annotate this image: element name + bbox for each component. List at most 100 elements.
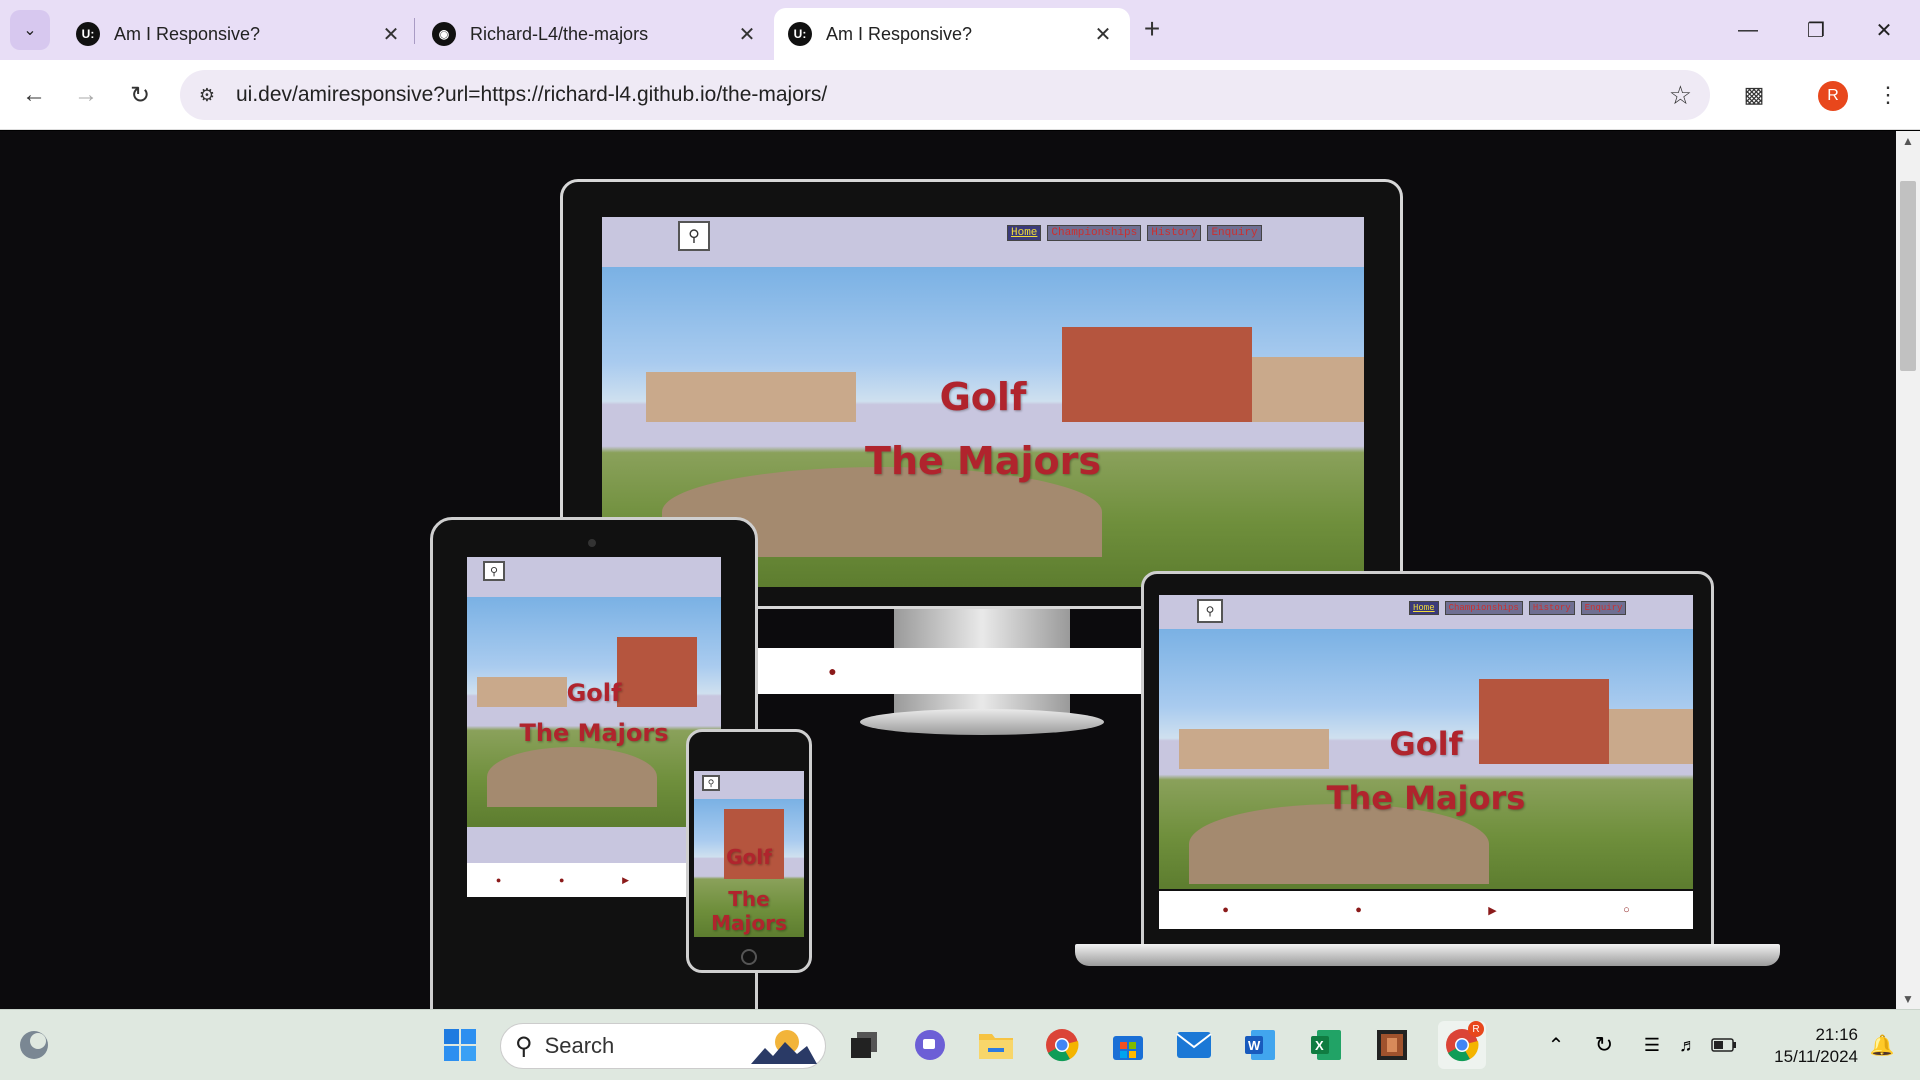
forward-button[interactable]: → — [66, 75, 106, 115]
widgets-icon[interactable] — [14, 1025, 54, 1065]
excel-icon[interactable]: X — [1306, 1025, 1346, 1065]
laptop-base — [1075, 944, 1780, 966]
facebook-icon[interactable]: ● — [496, 875, 501, 885]
tablet-camera — [588, 539, 596, 547]
chevron-up-icon[interactable]: ⌃ — [1536, 1025, 1576, 1065]
tab-github-repo[interactable]: ◉ Richard-L4/the-majors ✕ — [418, 8, 774, 60]
nav-enquiry[interactable]: Enquiry — [1580, 601, 1627, 615]
battery-icon[interactable] — [1704, 1025, 1744, 1065]
chrome-icon[interactable] — [1042, 1025, 1082, 1065]
bookmark-star-icon[interactable]: ☆ — [1669, 80, 1692, 111]
teams-chat-icon[interactable] — [910, 1025, 950, 1065]
phone-screen: ⚲ Golf The Majors — [694, 771, 804, 937]
golf-ball-logo-icon[interactable]: ⚲ — [483, 561, 505, 581]
github-icon: ◉ — [432, 22, 456, 46]
stone-bridge — [487, 747, 657, 807]
close-icon[interactable]: ✕ — [378, 21, 404, 47]
close-icon[interactable]: ✕ — [1090, 21, 1116, 47]
system-clock[interactable]: 21:16 15/11/2024 — [1758, 1024, 1858, 1068]
search-highlight-icon — [751, 1030, 817, 1064]
reload-button[interactable]: ↻ — [120, 75, 160, 115]
mail-icon[interactable] — [1174, 1025, 1214, 1065]
volume-icon[interactable]: ♬ — [1668, 1025, 1708, 1065]
new-tab-button[interactable]: + — [1135, 12, 1169, 46]
hero-title-majors: The Majors — [865, 439, 1101, 483]
nav-championships[interactable]: Championships — [1444, 601, 1523, 615]
taskbar-search[interactable]: ⚲ Search — [500, 1023, 826, 1069]
svg-text:W: W — [1248, 1038, 1261, 1053]
chrome-profile-badge: R — [1468, 1021, 1484, 1037]
twitter-icon[interactable]: ● — [559, 875, 564, 885]
close-icon[interactable]: ✕ — [734, 21, 760, 47]
plus-icon: + — [1143, 13, 1161, 44]
golf-ball-logo-icon[interactable]: ⚲ — [678, 221, 710, 251]
hero-title-golf: Golf — [726, 845, 772, 869]
profile-avatar[interactable]: R — [1818, 81, 1848, 111]
minimize-button[interactable]: — — [1720, 8, 1776, 52]
scroll-up-arrow-icon[interactable]: ▲ — [1896, 131, 1920, 151]
extensions-button[interactable]: ▩ — [1734, 75, 1774, 115]
scroll-down-arrow-icon[interactable]: ▼ — [1896, 989, 1920, 1009]
nav-home[interactable]: Home — [1409, 601, 1439, 615]
browser-toolbar: ← → ↻ ⚙ ui.dev/amiresponsive?url=https:/… — [0, 60, 1920, 130]
chrome-active-icon[interactable]: R — [1438, 1021, 1486, 1069]
notifications-icon[interactable]: 🔔 — [1862, 1025, 1902, 1065]
monitor-base — [860, 709, 1104, 735]
nav-home[interactable]: Home — [1007, 225, 1042, 241]
tablet-screen: ⚲ Golf The Majors ● ● ▶ ○ — [467, 557, 721, 897]
arrow-right-icon: → — [74, 81, 98, 108]
hero-image: Golf The Majors — [694, 799, 804, 937]
phone-mockup: ⚲ Golf The Majors — [686, 729, 812, 973]
site-nav: Home Championships History Enquiry — [1007, 225, 1262, 241]
browser-tab-strip: ⌄ U: Am I Responsive? ✕ ◉ Richard-L4/the… — [0, 0, 1920, 60]
nav-championships[interactable]: Championships — [1047, 225, 1142, 241]
windows-start-icon[interactable] — [440, 1025, 480, 1065]
tab-divider — [414, 18, 415, 44]
nav-history[interactable]: History — [1528, 601, 1575, 615]
twitter-icon[interactable]: ● — [828, 663, 836, 679]
golf-ball-logo-icon[interactable]: ⚲ — [702, 775, 720, 791]
address-bar[interactable]: ⚙ ui.dev/amiresponsive?url=https://richa… — [180, 70, 1710, 120]
chevron-down-icon: ⌄ — [23, 22, 37, 39]
laptop-screen: ⚲ Home Championships History Enquiry Gol… — [1159, 595, 1693, 889]
wifi-icon[interactable]: ☰ — [1632, 1025, 1672, 1065]
reload-icon: ↻ — [129, 81, 151, 109]
tablet-footer: ● ● ▶ ○ — [467, 863, 721, 897]
task-view-icon[interactable] — [844, 1025, 884, 1065]
arrow-left-icon: ← — [22, 81, 46, 108]
tab-am-i-responsive-2[interactable]: U: Am I Responsive? ✕ — [774, 8, 1130, 60]
tab-title: Am I Responsive? — [826, 23, 973, 44]
tab-title: Am I Responsive? — [114, 23, 261, 44]
word-icon[interactable]: W — [1240, 1025, 1280, 1065]
chrome-menu-button[interactable]: ⋮ — [1868, 75, 1908, 115]
page-scrollbar[interactable]: ▲ ▼ — [1896, 131, 1920, 1009]
tab-am-i-responsive-1[interactable]: U: Am I Responsive? ✕ — [62, 8, 418, 60]
winrar-icon[interactable] — [1372, 1025, 1412, 1065]
site-settings-icon[interactable]: ⚙ — [190, 78, 224, 112]
hero-image: Golf The Majors — [467, 597, 721, 827]
hero-title-golf: Golf — [1389, 725, 1463, 763]
back-button[interactable]: ← — [14, 75, 54, 115]
nav-history[interactable]: History — [1147, 225, 1202, 241]
golf-ball-logo-icon[interactable]: ⚲ — [1197, 599, 1223, 623]
page-content: ⚲ Home Championships History Enquiry Gol… — [0, 131, 1896, 1009]
file-explorer-icon[interactable] — [976, 1025, 1016, 1065]
twitter-icon[interactable]: ● — [1355, 904, 1362, 916]
svg-text:X: X — [1315, 1038, 1324, 1053]
tab-search-button[interactable]: ⌄ — [10, 10, 50, 50]
scrollbar-thumb[interactable] — [1900, 181, 1916, 371]
window-close-button[interactable]: ✕ — [1856, 8, 1912, 52]
restore-button[interactable]: ❐ — [1788, 8, 1844, 52]
microsoft-store-icon[interactable] — [1108, 1025, 1148, 1065]
clock-date: 15/11/2024 — [1774, 1047, 1858, 1066]
nav-enquiry[interactable]: Enquiry — [1207, 225, 1262, 241]
hero-title-majors: The Majors — [1326, 779, 1526, 817]
instagram-icon[interactable]: ○ — [1623, 904, 1630, 916]
youtube-icon[interactable]: ▶ — [622, 875, 629, 886]
youtube-icon[interactable]: ▶ — [1488, 904, 1496, 917]
ui-dev-favicon-icon: U: — [788, 22, 812, 46]
tab-title: Richard-L4/the-majors — [470, 23, 649, 44]
facebook-icon[interactable]: ● — [1222, 904, 1229, 916]
sync-icon[interactable]: ↻ — [1584, 1025, 1624, 1065]
hero-image: Golf The Majors — [1159, 629, 1693, 889]
